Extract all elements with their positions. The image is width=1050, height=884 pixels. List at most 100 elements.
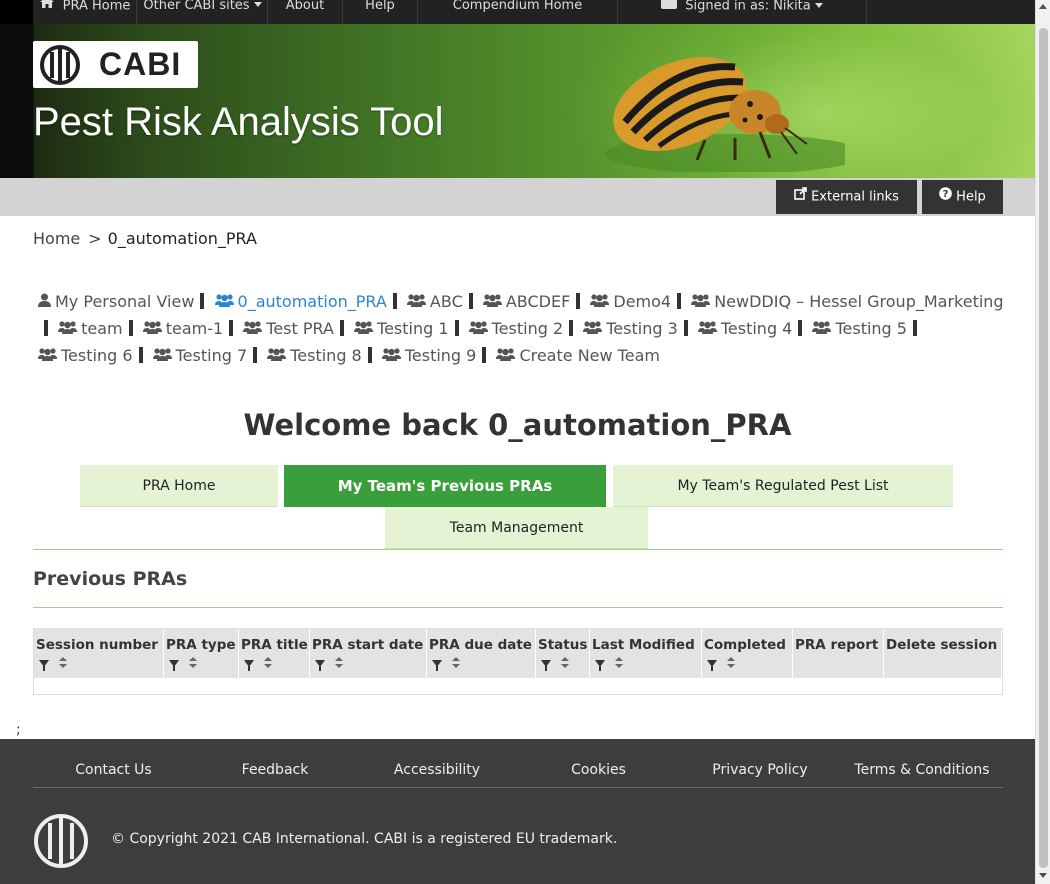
- team-link[interactable]: NewDDIQ – Hessel Group_Marketing: [691, 292, 1004, 311]
- nav-pra-home[interactable]: PRA Home: [33, 0, 137, 24]
- column-header[interactable]: PRA title: [239, 629, 310, 678]
- team-link[interactable]: Test PRA: [243, 319, 334, 338]
- nav-signed-in-user[interactable]: Signed in as: Nikita: [618, 0, 867, 24]
- column-header[interactable]: PRA type: [164, 629, 239, 678]
- team-link-label: ABCDEF: [505, 292, 571, 311]
- filter-icon[interactable]: [169, 659, 179, 671]
- section-title: Previous PRAs: [33, 568, 188, 590]
- filter-icon[interactable]: [707, 659, 717, 671]
- nav-compendium-home[interactable]: Compendium Home: [418, 0, 618, 24]
- sort-icon[interactable]: [264, 657, 272, 669]
- team-separator: [44, 320, 48, 336]
- team-link[interactable]: Testing 6: [38, 346, 133, 365]
- scroll-down-arrow-icon[interactable]: [1039, 873, 1047, 878]
- sort-icon[interactable]: [335, 657, 343, 669]
- team-link-label: Testing 7: [175, 346, 248, 365]
- welcome-heading: Welcome back 0_automation_PRA: [243, 408, 792, 442]
- sort-icon[interactable]: [615, 657, 623, 669]
- footer-link-feedback[interactable]: Feedback: [194, 762, 356, 778]
- team-link[interactable]: My Personal View: [38, 292, 194, 311]
- team-link-label: Testing 6: [61, 346, 133, 365]
- footer-link-accessibility[interactable]: Accessibility: [356, 762, 518, 778]
- team-separator: [229, 320, 234, 336]
- filter-icon[interactable]: [595, 659, 605, 671]
- footer-link-privacy-policy[interactable]: Privacy Policy: [679, 762, 841, 778]
- divider: [33, 549, 1003, 550]
- nav-help[interactable]: Help: [343, 0, 418, 24]
- column-header[interactable]: PRA start date: [310, 629, 427, 678]
- team-link[interactable]: ABCDEF: [482, 292, 571, 311]
- team-link[interactable]: Testing 9: [381, 346, 477, 365]
- filter-icon[interactable]: [315, 659, 325, 671]
- team-link-label: Testing 4: [720, 319, 793, 338]
- footer-link-contact-us[interactable]: Contact Us: [33, 762, 194, 778]
- divider: [33, 607, 1003, 608]
- help-button[interactable]: ? Help: [922, 180, 1003, 214]
- vertical-scrollbar[interactable]: [1035, 0, 1050, 884]
- breadcrumb-current: 0_automation_PRA: [107, 229, 257, 248]
- cabi-logo-mark-icon: [34, 814, 88, 868]
- team-link-label: Test PRA: [266, 319, 334, 338]
- sort-icon[interactable]: [59, 657, 67, 669]
- breadcrumb: Home >0_automation_PRA: [33, 229, 257, 248]
- nav-about[interactable]: About: [268, 0, 343, 24]
- team-separator: [339, 320, 344, 336]
- tab-team-previous-pras[interactable]: My Team's Previous PRAs: [284, 465, 606, 507]
- team-link-label: team-1: [165, 319, 224, 338]
- svg-text:?: ?: [943, 189, 949, 200]
- nav-other-cabi-sites[interactable]: Other CABI sites: [138, 0, 268, 24]
- team-link[interactable]: Testing 8: [267, 346, 362, 365]
- team-link[interactable]: Testing 7: [152, 346, 248, 365]
- filter-icon[interactable]: [39, 659, 49, 671]
- team-link[interactable]: Demo4: [590, 292, 671, 311]
- team-link-label: 0_automation_PRA: [237, 292, 387, 311]
- tab-team-regulated-pest-list[interactable]: My Team's Regulated Pest List: [613, 465, 953, 507]
- team-link[interactable]: Testing 2: [468, 319, 563, 338]
- team-link[interactable]: Testing 3: [583, 319, 678, 338]
- team-link[interactable]: 0_automation_PRA: [214, 292, 387, 311]
- cabi-logo-mark-icon: [40, 45, 80, 85]
- team-link[interactable]: ABC: [406, 292, 463, 311]
- external-links-button[interactable]: External links: [776, 180, 917, 214]
- users-icon: [583, 315, 603, 342]
- sort-icon[interactable]: [727, 657, 735, 669]
- team-link[interactable]: Testing 4: [697, 319, 793, 338]
- column-header[interactable]: Status: [536, 629, 590, 678]
- sort-icon[interactable]: [452, 657, 460, 669]
- tab-team-management[interactable]: Team Management: [385, 507, 648, 549]
- team-link[interactable]: team: [58, 319, 123, 338]
- scrollbar-thumb[interactable]: [1039, 28, 1048, 868]
- team-link[interactable]: Testing 1: [354, 319, 449, 338]
- scroll-up-arrow-icon[interactable]: [1039, 4, 1047, 9]
- breadcrumb-home-link[interactable]: Home: [33, 229, 80, 248]
- tab-pra-home[interactable]: PRA Home: [80, 465, 278, 507]
- footer-link-cookies[interactable]: Cookies: [518, 762, 679, 778]
- column-header-label: PRA due date: [429, 637, 532, 653]
- team-link[interactable]: Testing 5: [812, 319, 907, 338]
- team-separator: [677, 293, 682, 309]
- column-header[interactable]: PRA report: [793, 629, 884, 678]
- column-header-label: Delete session: [886, 637, 998, 653]
- team-link-label: NewDDIQ – Hessel Group_Marketing: [714, 292, 1004, 311]
- column-header[interactable]: PRA due date: [427, 629, 536, 678]
- filter-icon[interactable]: [244, 659, 254, 671]
- copyright-text: © Copyright 2021 CAB International. CABI…: [111, 831, 618, 847]
- team-link-label: Testing 1: [377, 319, 449, 338]
- caret-down-icon: [814, 2, 823, 8]
- column-header[interactable]: Delete session: [884, 629, 1002, 678]
- column-header[interactable]: Last Modified: [590, 629, 702, 678]
- cabi-logo[interactable]: CABI: [33, 41, 198, 88]
- column-header[interactable]: Session number: [34, 629, 164, 678]
- column-header[interactable]: Completed: [702, 629, 793, 678]
- sort-icon[interactable]: [189, 657, 197, 669]
- users-icon: [468, 315, 488, 342]
- team-link[interactable]: Create New Team: [496, 346, 660, 365]
- sort-icon[interactable]: [561, 657, 569, 669]
- team-link[interactable]: team-1: [142, 319, 224, 338]
- filter-icon[interactable]: [541, 659, 551, 671]
- team-link-label: Testing 9: [404, 346, 477, 365]
- users-icon: [590, 288, 610, 315]
- filter-icon[interactable]: [432, 659, 442, 671]
- footer-link-terms-conditions[interactable]: Terms & Conditions: [841, 762, 1003, 778]
- footer-divider: [33, 787, 1003, 788]
